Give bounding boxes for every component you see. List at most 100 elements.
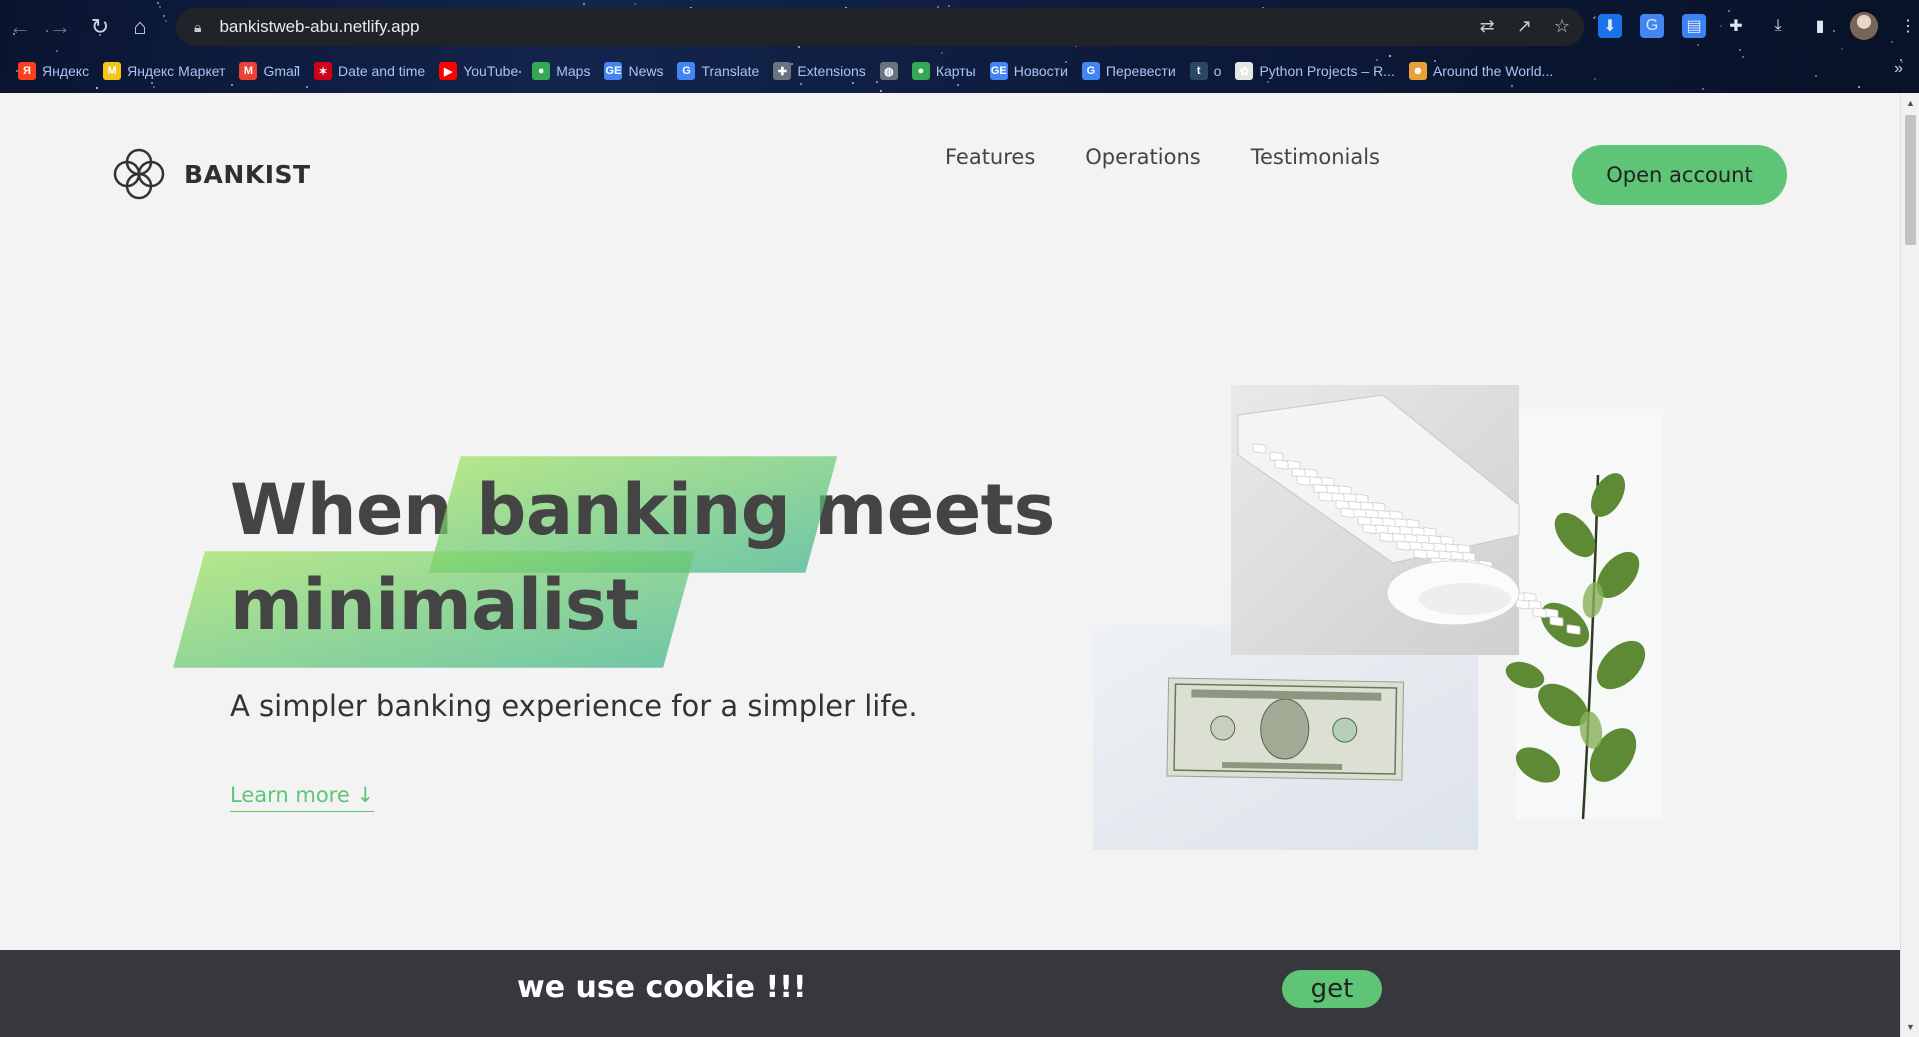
bookmark-label: Maps bbox=[556, 63, 591, 79]
bookmark-item[interactable]: GE Новости bbox=[989, 62, 1068, 80]
keyboard-key bbox=[1318, 491, 1333, 502]
bookmark-item[interactable]: ✚ Extensions bbox=[773, 62, 866, 80]
address-bar[interactable]: 🔒︎ bankistweb-abu.netlify.app ⇄ ↗ ☆ bbox=[176, 8, 1584, 46]
bookmark-item[interactable]: G Перевести bbox=[1081, 62, 1176, 80]
page-content: BANKIST Features Operations Testimonials… bbox=[0, 93, 1900, 1037]
page-scrollbar[interactable]: ▲ ▼ bbox=[1900, 93, 1919, 1037]
cookie-message: we use cookie !!! bbox=[517, 970, 807, 1005]
keyboard-key bbox=[1340, 507, 1355, 518]
lock-icon: 🔒︎ bbox=[194, 18, 202, 35]
translate-ext-icon[interactable]: G bbox=[1640, 14, 1664, 38]
keyboard-key bbox=[1396, 540, 1411, 551]
bookmark-item[interactable]: Я Яндекс bbox=[18, 62, 89, 80]
cookie-banner: we use cookie !!! get bbox=[0, 950, 1900, 1037]
dollar-bill-icon bbox=[1166, 677, 1405, 781]
forward-icon[interactable]: → bbox=[40, 7, 80, 47]
news-ru-icon: GE bbox=[989, 62, 1008, 80]
bookmark-label: Новости bbox=[1013, 63, 1068, 79]
python-icon: ✿ bbox=[1235, 62, 1254, 80]
hero-highlight-banking: banking bbox=[476, 463, 791, 558]
home-icon[interactable]: ⌂ bbox=[120, 7, 160, 47]
nav-link-features[interactable]: Features bbox=[945, 145, 1035, 169]
bookmark-star-icon[interactable]: ☆ bbox=[1554, 16, 1570, 37]
download-icon[interactable]: ⤓ bbox=[1766, 14, 1790, 38]
bookmark-item[interactable]: M Яндекс Маркет bbox=[103, 62, 225, 80]
puzzle-icon[interactable]: ✚ bbox=[1724, 14, 1748, 38]
bookmark-item[interactable]: ● Карты bbox=[911, 62, 976, 80]
keyboard-key bbox=[1379, 532, 1394, 543]
scrollbar-thumb[interactable] bbox=[1905, 115, 1916, 245]
profile-avatar[interactable] bbox=[1850, 12, 1878, 40]
bookmark-label: Around the World... bbox=[1432, 63, 1554, 79]
bookmark-item[interactable]: ✿ Python Projects – R... bbox=[1235, 62, 1395, 80]
star-dot bbox=[879, 89, 882, 92]
star-dot bbox=[1701, 88, 1704, 91]
share-icon[interactable]: ↗ bbox=[1517, 16, 1532, 37]
bankist-logo-icon bbox=[113, 148, 165, 200]
extensions-icon: ✚ bbox=[773, 62, 792, 80]
url-text[interactable]: bankistweb-abu.netlify.app bbox=[219, 17, 419, 37]
hero-title-word: meets bbox=[814, 469, 1055, 551]
docs-ext-icon[interactable]: ▤ bbox=[1682, 14, 1706, 38]
news-icon: GE bbox=[604, 62, 623, 80]
globe-icon: ◍ bbox=[879, 62, 898, 80]
menu-kebab-icon[interactable]: ⋮ bbox=[1896, 14, 1919, 38]
bookmark-item[interactable]: ☻ Around the World... bbox=[1408, 62, 1554, 80]
bookmark-label: Яндекс bbox=[42, 63, 90, 79]
cookie-accept-button[interactable]: get bbox=[1282, 970, 1382, 1008]
bookmark-label: o bbox=[1213, 63, 1222, 79]
bookmark-item[interactable]: ● Maps bbox=[532, 62, 590, 80]
bookmark-item[interactable]: ✶ Date and time bbox=[314, 62, 425, 80]
bookmark-label: Gmail bbox=[263, 63, 301, 79]
nav-link-testimonials[interactable]: Testimonials bbox=[1251, 145, 1380, 169]
scroll-down-icon[interactable]: ▼ bbox=[1901, 1019, 1919, 1035]
bookmarks-overflow-icon[interactable]: » bbox=[1894, 60, 1903, 78]
keyboard-key bbox=[1532, 607, 1547, 618]
back-icon[interactable]: ← bbox=[0, 7, 40, 47]
open-account-button[interactable]: Open account bbox=[1572, 145, 1787, 205]
keyboard-key bbox=[1515, 599, 1530, 610]
maps-ru-icon: ● bbox=[911, 62, 930, 80]
youtube-icon: ▶ bbox=[439, 62, 458, 80]
bookmark-item[interactable]: to bbox=[1189, 62, 1222, 80]
star-dot bbox=[152, 86, 155, 89]
extensions-bar: ⬇ G ▤ ✚ ⤓ ▮ ⋮ bbox=[1598, 12, 1919, 40]
reload-icon[interactable]: ↻ bbox=[80, 7, 120, 47]
date-time-icon: ✶ bbox=[314, 62, 333, 80]
bookmark-item[interactable]: M Gmail bbox=[239, 62, 300, 80]
hero-highlight-minimalist: minimalist bbox=[230, 558, 640, 653]
logo-text: BANKIST bbox=[184, 159, 311, 189]
bookmark-label: Translate bbox=[701, 63, 760, 79]
tumblr-icon: t bbox=[1189, 62, 1208, 80]
hero-title: When banking meets minimalist bbox=[230, 463, 1055, 653]
bookmark-label: Перевести bbox=[1105, 63, 1176, 79]
bookmark-item[interactable]: ◍ bbox=[879, 62, 898, 80]
translate-icon: G bbox=[677, 62, 696, 80]
scroll-up-icon[interactable]: ▲ bbox=[1901, 95, 1919, 111]
bookmark-label: Яндекс Маркет bbox=[127, 63, 226, 79]
logo[interactable]: BANKIST bbox=[110, 145, 311, 203]
translate-page-icon[interactable]: ⇄ bbox=[1480, 16, 1495, 37]
translate-ru-icon: G bbox=[1081, 62, 1100, 80]
gmail-icon: M bbox=[239, 62, 258, 80]
bookmark-label: Extensions bbox=[797, 63, 866, 79]
bookmark-label: Карты bbox=[935, 63, 976, 79]
download-manager-icon[interactable]: ⬇ bbox=[1598, 14, 1622, 38]
hero-illustration bbox=[1093, 385, 1663, 850]
bookmark-item[interactable]: GE News bbox=[604, 62, 663, 80]
maps-icon: ● bbox=[532, 62, 551, 80]
side-panel-icon[interactable]: ▮ bbox=[1808, 14, 1832, 38]
bookmark-item[interactable]: G Translate bbox=[677, 62, 759, 80]
main-nav: Features Operations Testimonials bbox=[945, 145, 1380, 169]
hero-subtitle: A simpler banking experience for a simpl… bbox=[230, 689, 918, 723]
site-header: BANKIST Features Operations Testimonials… bbox=[0, 93, 1900, 253]
bookmark-item[interactable]: ▶ YouTube bbox=[439, 62, 518, 80]
learn-more-link[interactable]: Learn more ↓ bbox=[230, 783, 375, 812]
keyboard-key bbox=[1296, 475, 1311, 486]
bookmark-label: Date and time bbox=[338, 63, 426, 79]
browser-chrome: ← → ↻ ⌂ 🔒︎ bankistweb-abu.netlify.app ⇄ … bbox=[0, 0, 1919, 93]
nav-link-operations[interactable]: Operations bbox=[1085, 145, 1200, 169]
keyboard-key bbox=[1549, 616, 1564, 627]
yandex-icon: Я bbox=[18, 62, 36, 80]
keyboard-key bbox=[1274, 459, 1289, 470]
